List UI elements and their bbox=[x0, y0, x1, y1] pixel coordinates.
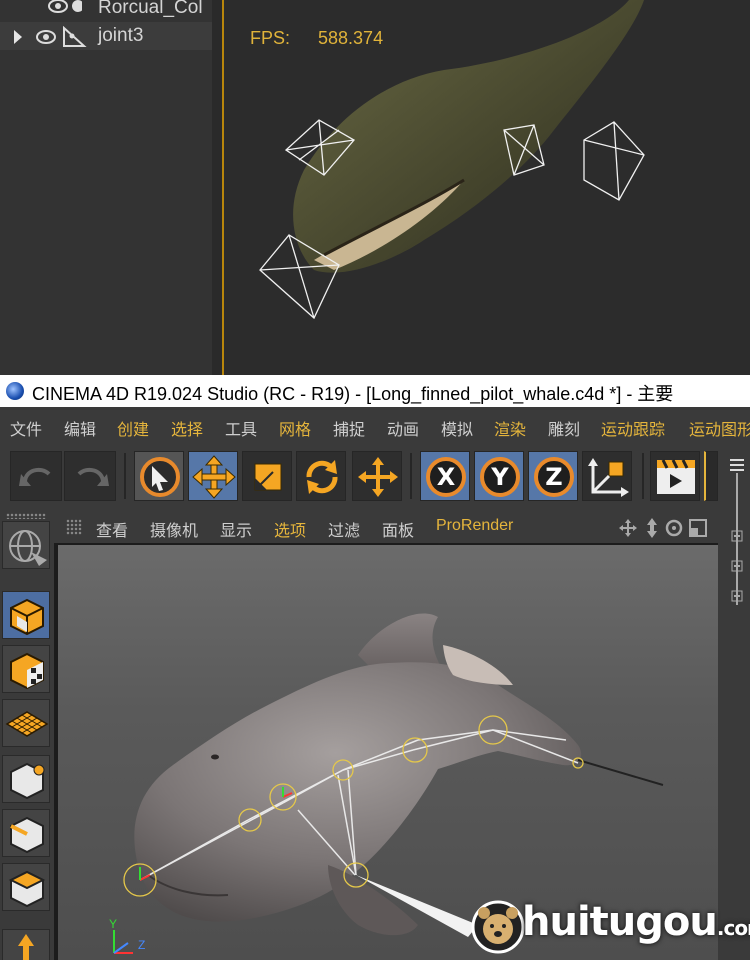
cube-icon bbox=[10, 598, 44, 636]
points-mode-button[interactable] bbox=[2, 755, 50, 803]
checker-cube-icon bbox=[10, 652, 44, 690]
visibility-eye-icon[interactable] bbox=[12, 0, 84, 23]
whale-head-render bbox=[259, 0, 645, 320]
workplane-mode-button[interactable] bbox=[2, 699, 50, 747]
rotate-view-icon bbox=[665, 519, 683, 537]
main-menubar: 文件 编辑 创建 选择 工具 网格 捕捉 动画 模拟 渲染 雕刻 运动跟踪 运动… bbox=[0, 407, 750, 445]
view-navigation-icons bbox=[619, 518, 707, 538]
expand-triangle-icon[interactable] bbox=[12, 25, 102, 53]
transform-cross-icon bbox=[358, 457, 398, 497]
palette-grip[interactable] bbox=[6, 513, 46, 519]
view-menu-cameras[interactable]: 摄像机 bbox=[150, 517, 198, 541]
undo-button[interactable] bbox=[10, 451, 62, 501]
object-name: Rorcual_Col bbox=[98, 0, 203, 18]
watermark-suffix: .com bbox=[716, 916, 750, 940]
menu-simulate[interactable]: 模拟 bbox=[441, 416, 473, 440]
right-panel-strip bbox=[718, 445, 750, 960]
world-axis-y-label: Y bbox=[109, 917, 118, 931]
edges-mode-button[interactable] bbox=[2, 809, 50, 857]
polygons-cube-icon bbox=[8, 870, 46, 908]
menu-file[interactable]: 文件 bbox=[10, 416, 42, 440]
main-toolbar: X Y Z bbox=[0, 445, 750, 511]
scale-tool-button[interactable] bbox=[242, 451, 292, 501]
rotate-arrows-icon bbox=[306, 460, 338, 494]
menu-motion-tracker[interactable]: 运动跟踪 bbox=[601, 416, 665, 440]
left-mode-palette bbox=[0, 511, 54, 960]
view-menu-options[interactable]: 选项 bbox=[274, 517, 306, 541]
edges-cube-icon bbox=[10, 816, 44, 854]
up-arrow-icon bbox=[18, 934, 34, 960]
x-axis-lock-button[interactable]: X bbox=[420, 451, 470, 501]
watermark-text: huitugou.com bbox=[522, 899, 750, 945]
world-axis-z-label: Z bbox=[138, 938, 146, 952]
view-menu-filter[interactable]: 过滤 bbox=[328, 517, 360, 541]
menu-sculpt[interactable]: 雕刻 bbox=[548, 416, 580, 440]
toggle-view-icon bbox=[689, 519, 707, 537]
cursor-arrow-icon bbox=[140, 457, 180, 497]
transform-tool-button[interactable] bbox=[352, 451, 402, 501]
model-mode-button[interactable] bbox=[2, 591, 50, 639]
view-menu-prorender[interactable]: ProRender bbox=[436, 517, 513, 535]
tree-expand-icons bbox=[731, 473, 743, 623]
pan-icon bbox=[619, 519, 637, 537]
top-viewport[interactable]: FPS: 588.374 bbox=[224, 0, 750, 375]
polygons-mode-button[interactable] bbox=[2, 863, 50, 911]
grip-lines-icon bbox=[730, 459, 744, 471]
menu-create[interactable]: 创建 bbox=[117, 416, 149, 440]
right-strip-icons bbox=[730, 459, 744, 623]
axis-mode-button[interactable] bbox=[2, 929, 50, 960]
move-tool-button[interactable] bbox=[188, 451, 238, 501]
render-to-picture-button[interactable] bbox=[704, 451, 718, 501]
cinema4d-logo-icon bbox=[6, 382, 24, 400]
y-axis-lock-button[interactable]: Y bbox=[474, 451, 524, 501]
texture-mode-button[interactable] bbox=[2, 645, 50, 693]
y-axis-label: Y bbox=[491, 463, 509, 491]
object-name: joint3 bbox=[98, 25, 144, 46]
watermark-logo: huitugou.com bbox=[470, 895, 750, 957]
menu-snap[interactable]: 捕捉 bbox=[333, 416, 365, 440]
previous-screenshot-crop: Rorcual_Col joint3 FPS: 588.374 bbox=[0, 0, 750, 375]
menu-mesh[interactable]: 网格 bbox=[279, 416, 311, 440]
zoom-icon bbox=[647, 518, 657, 538]
redo-button[interactable] bbox=[64, 451, 116, 501]
make-editable-button[interactable] bbox=[2, 521, 50, 569]
render-view-button[interactable] bbox=[650, 451, 700, 501]
grid-plane-icon bbox=[5, 711, 49, 737]
live-selection-button[interactable] bbox=[134, 451, 184, 501]
viewport-menubar: 查看 摄像机 显示 选项 过滤 面板 ProRender bbox=[54, 511, 718, 543]
object-row-joint3[interactable]: joint3 bbox=[0, 22, 212, 50]
toolbar-separator bbox=[124, 453, 126, 499]
rotate-tool-button[interactable] bbox=[296, 451, 346, 501]
menu-select[interactable]: 选择 bbox=[171, 416, 203, 440]
toolbar-separator bbox=[410, 453, 412, 499]
coordinate-system-button[interactable] bbox=[582, 451, 632, 501]
globe-grid-icon bbox=[9, 530, 47, 566]
world-axis-gizmo bbox=[113, 930, 133, 954]
bear-logo-icon bbox=[471, 900, 525, 954]
object-manager-panel: Rorcual_Col joint3 bbox=[0, 0, 212, 375]
points-cube-icon bbox=[10, 762, 45, 800]
view-menu-panel[interactable]: 面板 bbox=[382, 517, 414, 541]
x-axis-label: X bbox=[436, 463, 456, 491]
z-axis-lock-button[interactable]: Z bbox=[528, 451, 578, 501]
z-axis-label: Z bbox=[545, 463, 563, 491]
world-axis-icon bbox=[588, 458, 629, 497]
menu-render[interactable]: 渲染 bbox=[494, 416, 526, 440]
panel-separator[interactable] bbox=[212, 0, 222, 375]
view-menu-view[interactable]: 查看 bbox=[96, 517, 128, 541]
menu-mograph[interactable]: 运动图形 bbox=[689, 416, 750, 440]
view-grip-icon[interactable] bbox=[66, 519, 82, 535]
toolbar-separator bbox=[642, 453, 644, 499]
view-menu-display[interactable]: 显示 bbox=[220, 517, 252, 541]
menu-animate[interactable]: 动画 bbox=[387, 416, 419, 440]
window-titlebar[interactable]: CINEMA 4D R19.024 Studio (RC - R19) - [L… bbox=[0, 375, 750, 407]
clapperboard-icon bbox=[657, 459, 695, 494]
scale-square-icon bbox=[254, 463, 282, 491]
window-title: CINEMA 4D R19.024 Studio (RC - R19) - [L… bbox=[32, 384, 674, 404]
watermark-brand: huitugou bbox=[522, 899, 718, 945]
object-row-rorcual[interactable]: Rorcual_Col bbox=[0, 0, 212, 22]
menu-tools[interactable]: 工具 bbox=[225, 416, 257, 440]
move-arrows-icon bbox=[192, 455, 236, 499]
menu-edit[interactable]: 编辑 bbox=[64, 416, 96, 440]
